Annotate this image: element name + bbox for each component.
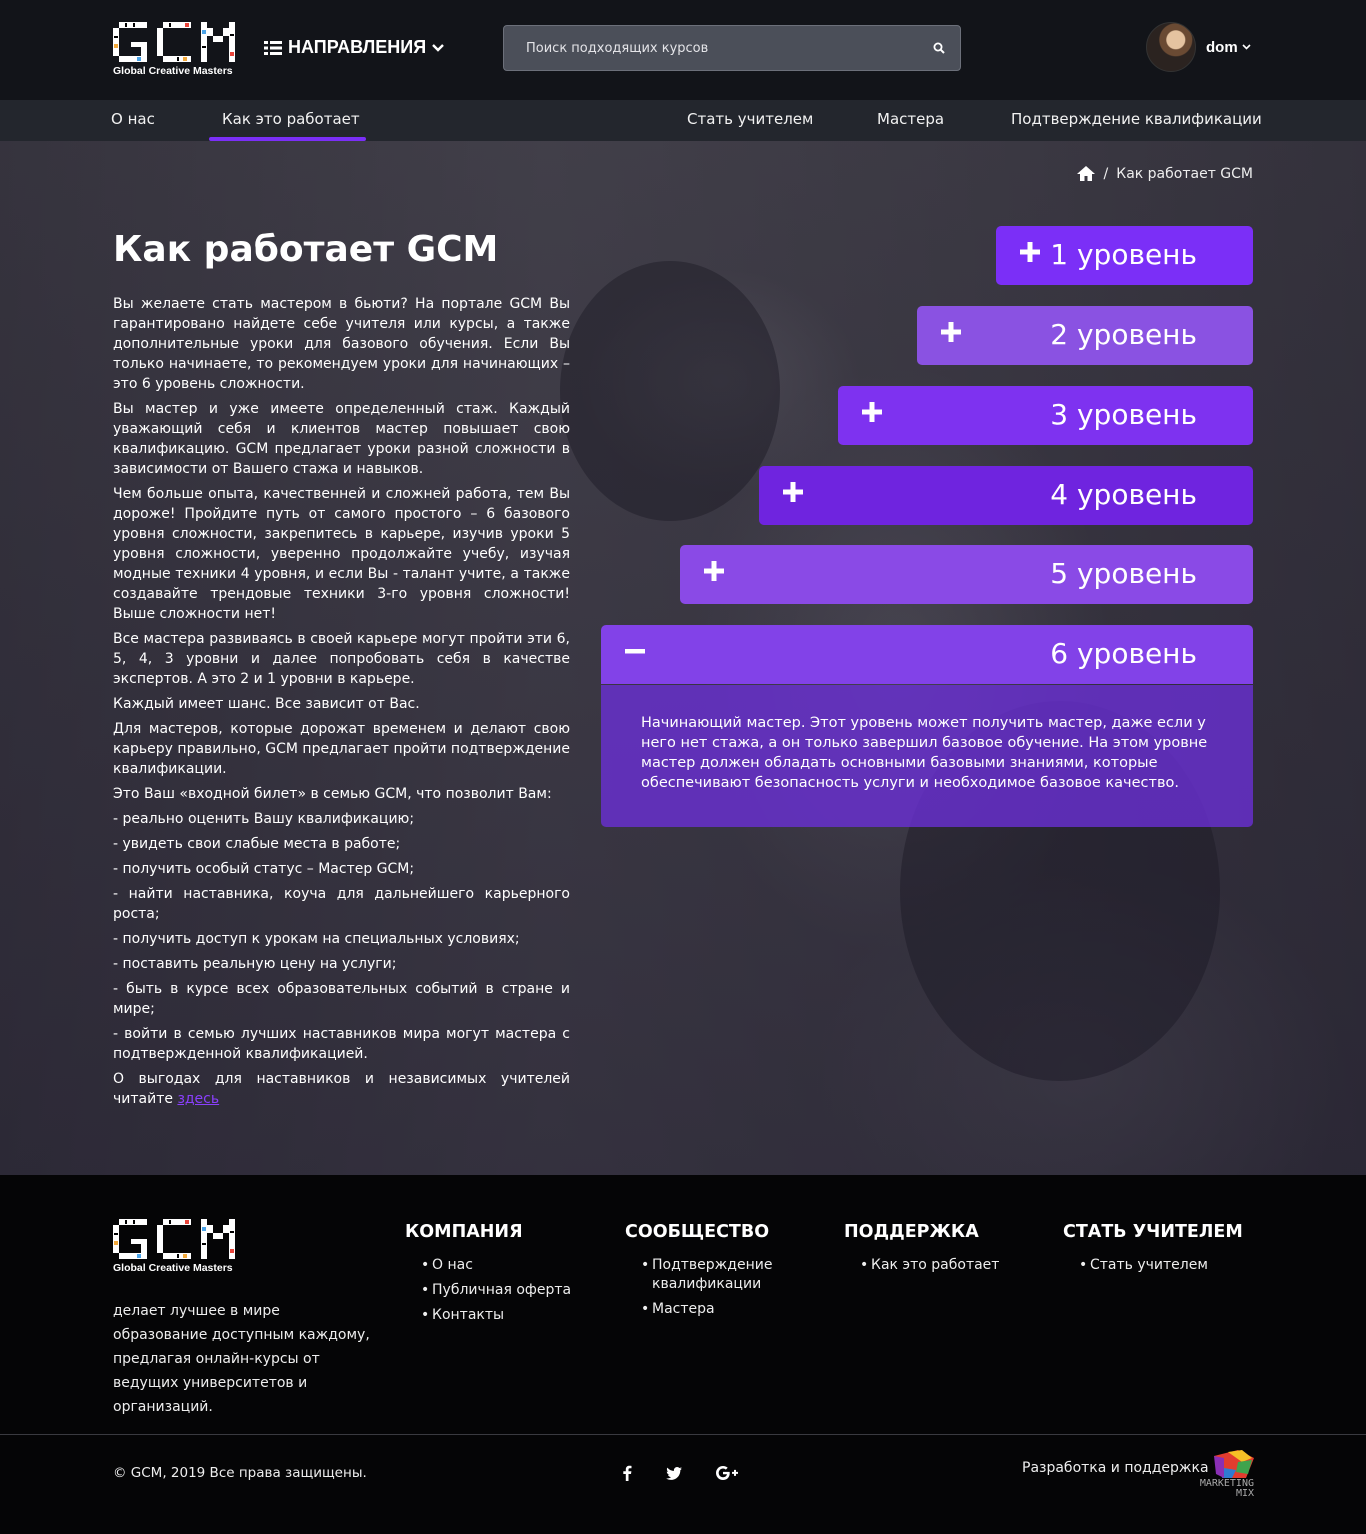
paragraph: - реально оценить Вашу квалификацию; [113, 811, 415, 827]
directions-menu-button[interactable]: НАПРАВЛЕНИЯ [264, 37, 445, 58]
level-4-button[interactable]: 4 уровень [759, 466, 1253, 525]
level-1-button[interactable]: 1 уровень [996, 226, 1253, 285]
paragraph: - войти в семью лучших наставников мира … [113, 1026, 570, 1062]
footer-link[interactable]: Мастера [641, 1300, 815, 1319]
user-name: dom [1206, 38, 1238, 56]
level-label: 2 уровень [1050, 318, 1197, 351]
paragraph: Вы мастер и уже имеете определенный стаж… [113, 401, 570, 477]
paragraph: Это Ваш «входной билет» в семью GCM, что… [113, 786, 552, 802]
paragraph: Чем больше опыта, качественней и сложней… [113, 486, 570, 622]
level-label: 4 уровень [1050, 478, 1197, 511]
footer-link[interactable]: Подтверждение квалификации [641, 1256, 783, 1294]
level-label: 1 уровень [1050, 238, 1197, 271]
gcm-logo-icon [113, 22, 235, 62]
footer-column-title: СООБЩЕСТВО [625, 1222, 770, 1242]
directions-label: НАПРАВЛЕНИЯ [288, 37, 427, 57]
plus-icon [704, 561, 724, 581]
copyright: © GCM, 2019 Все права защищены. [113, 1465, 367, 1481]
main-nav: О нас Как это работает Стать учителем Ма… [0, 100, 1366, 141]
read-more-link[interactable]: здесь [177, 1091, 219, 1107]
nav-item-qualification[interactable]: Подтверждение квалификации [1011, 110, 1262, 128]
level-5-button[interactable]: 5 уровень [680, 545, 1253, 604]
nav-item-masters[interactable]: Мастера [877, 110, 944, 128]
site-footer: Global Creative Masters делает лучшее в … [0, 1175, 1366, 1534]
footer-divider [0, 1434, 1366, 1435]
footer-link[interactable]: Публичная оферта [421, 1281, 571, 1300]
site-header: Global Creative Masters НАПРАВЛЕНИЯ dom [0, 0, 1366, 100]
level-label: 5 уровень [1050, 557, 1197, 590]
paragraph: - найти наставника, коуча для дальнейшег… [113, 886, 570, 922]
level-6-description: Начинающий мастер. Этот уровень может по… [601, 685, 1253, 827]
nav-item-become-teacher[interactable]: Стать учителем [687, 110, 813, 128]
search-icon [933, 42, 945, 54]
breadcrumb-separator: / [1103, 165, 1109, 182]
footer-link[interactable]: О нас [421, 1256, 571, 1275]
footer-column-title: ПОДДЕРЖКА [844, 1222, 979, 1242]
breadcrumb-current: Как работает GCM [1116, 165, 1253, 182]
logo-subtitle: Global Creative Masters [113, 65, 233, 77]
footer-column-community: СООБЩЕСТВО Подтверждение квалификации Ма… [625, 1222, 815, 1325]
logo-subtitle: Global Creative Masters [113, 1262, 233, 1274]
paragraph: Вы желаете стать мастером в бьюти? На по… [113, 296, 570, 392]
paragraph: - быть в курсе всех образовательных собы… [113, 981, 570, 1017]
plus-icon [941, 322, 961, 342]
footer-column-support: ПОДДЕРЖКА Как это работает [844, 1222, 999, 1281]
footer-description: делает лучшее в мире образование доступн… [113, 1303, 370, 1415]
footer-link[interactable]: Как это работает [860, 1256, 999, 1275]
twitter-icon[interactable] [666, 1463, 682, 1483]
intro-text: Вы желаете стать мастером в бьюти? На по… [113, 294, 570, 1114]
search-input[interactable] [504, 26, 904, 70]
level-label: 6 уровень [1050, 637, 1197, 670]
gcm-logo-icon [113, 1219, 235, 1259]
paragraph: - поставить реальную цену на услуги; [113, 956, 397, 972]
nav-item-about[interactable]: О нас [111, 110, 155, 128]
footer-column-become-teacher: СТАТЬ УЧИТЕЛЕМ Стать учителем [1063, 1222, 1243, 1281]
nav-item-how-it-works[interactable]: Как это работает [222, 110, 360, 128]
paragraph: - получить доступ к урокам на специальны… [113, 931, 520, 947]
paragraph: О выгодах для наставников и независимых … [113, 1069, 570, 1109]
plus-icon [862, 402, 882, 422]
search-button[interactable] [928, 37, 950, 59]
chevron-down-icon [1242, 44, 1251, 50]
hero-section: / Как работает GCM Как работает GCM Вы ж… [0, 141, 1366, 1175]
social-links [622, 1463, 738, 1483]
site-logo[interactable]: Global Creative Masters [113, 22, 237, 77]
paragraph: - получить особый статус – Мастер GCM; [113, 861, 415, 877]
page-title: Как работает GCM [113, 229, 499, 270]
plus-icon [1020, 242, 1040, 262]
footer-column-company: КОМПАНИЯ О нас Публичная оферта Контакты [405, 1222, 571, 1331]
home-icon[interactable] [1076, 165, 1096, 182]
search-box [503, 25, 961, 71]
level-2-button[interactable]: 2 уровень [917, 306, 1253, 365]
footer-link[interactable]: Стать учителем [1079, 1256, 1243, 1275]
developer-logo-text: MARKETING MIX [1199, 1478, 1254, 1499]
footer-column-title: СТАТЬ УЧИТЕЛЕМ [1063, 1222, 1243, 1242]
level-6-button[interactable]: 6 уровень [601, 625, 1253, 684]
avatar [1146, 22, 1196, 72]
level-3-button[interactable]: 3 уровень [838, 386, 1253, 445]
google-plus-icon[interactable] [716, 1463, 738, 1483]
breadcrumb: / Как работает GCM [1076, 165, 1253, 182]
paragraph: Для мастеров, которые дорожат временем и… [113, 721, 570, 777]
paragraph: Каждый имеет шанс. Все зависит от Вас. [113, 696, 420, 712]
level-label: 3 уровень [1050, 398, 1197, 431]
chevron-down-icon [432, 43, 445, 52]
minus-icon [625, 649, 645, 654]
footer-logo[interactable]: Global Creative Masters [113, 1219, 237, 1274]
paragraph: - увидеть свои слабые места в работе; [113, 836, 401, 852]
user-menu[interactable]: dom [1146, 22, 1251, 72]
footer-column-title: КОМПАНИЯ [405, 1222, 523, 1242]
paragraph: Все мастера развиваясь в своей карьере м… [113, 631, 570, 687]
list-icon [264, 40, 282, 55]
facebook-icon[interactable] [622, 1463, 632, 1483]
footer-link[interactable]: Контакты [421, 1306, 571, 1325]
plus-icon [783, 482, 803, 502]
